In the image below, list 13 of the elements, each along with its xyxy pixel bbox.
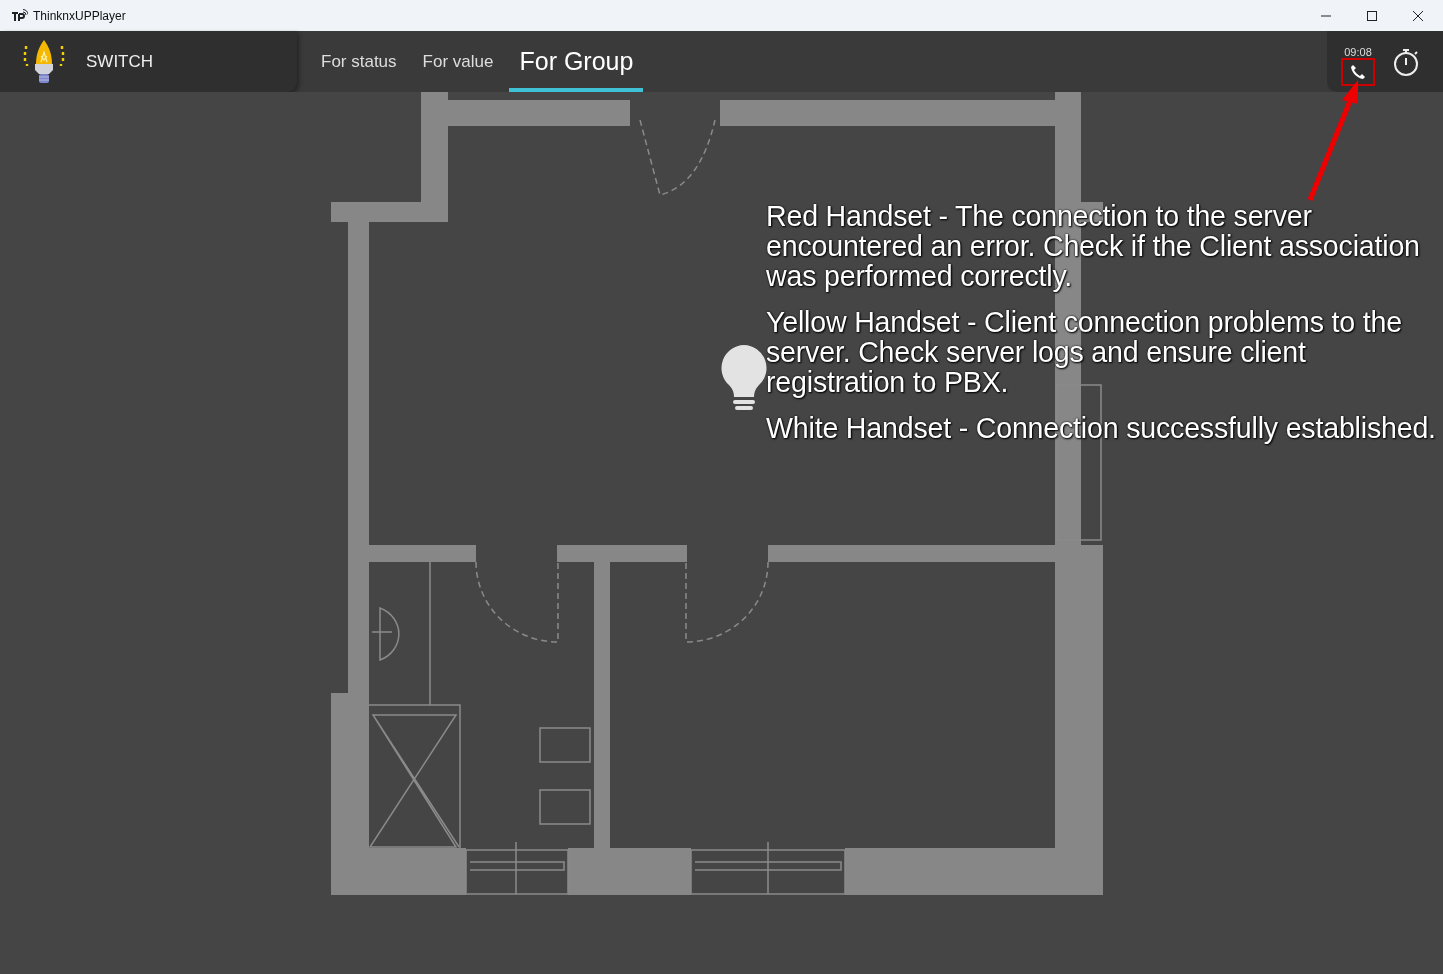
app-logo-icon [10, 8, 28, 23]
phone-handset-icon[interactable] [1341, 57, 1375, 86]
window-title: ThinknxUPPlayer [33, 8, 126, 23]
stopwatch-icon[interactable] [1391, 46, 1421, 77]
close-icon[interactable] [1413, 10, 1423, 21]
tab[interactable]: For value [412, 31, 504, 92]
clock-time: 09:08 [1344, 45, 1372, 58]
annotation-text: White Handset - Connection successfully established. [766, 413, 1437, 443]
maximize-icon[interactable] [1367, 10, 1377, 21]
lightbulb-icon[interactable] [721, 345, 767, 413]
page-title: SWITCH [86, 51, 154, 72]
tab[interactable]: For status [311, 31, 407, 92]
annotation-text: Red Handset - The connection to the server encountered an error. Check if the Client association was performed correctly. [766, 201, 1421, 291]
